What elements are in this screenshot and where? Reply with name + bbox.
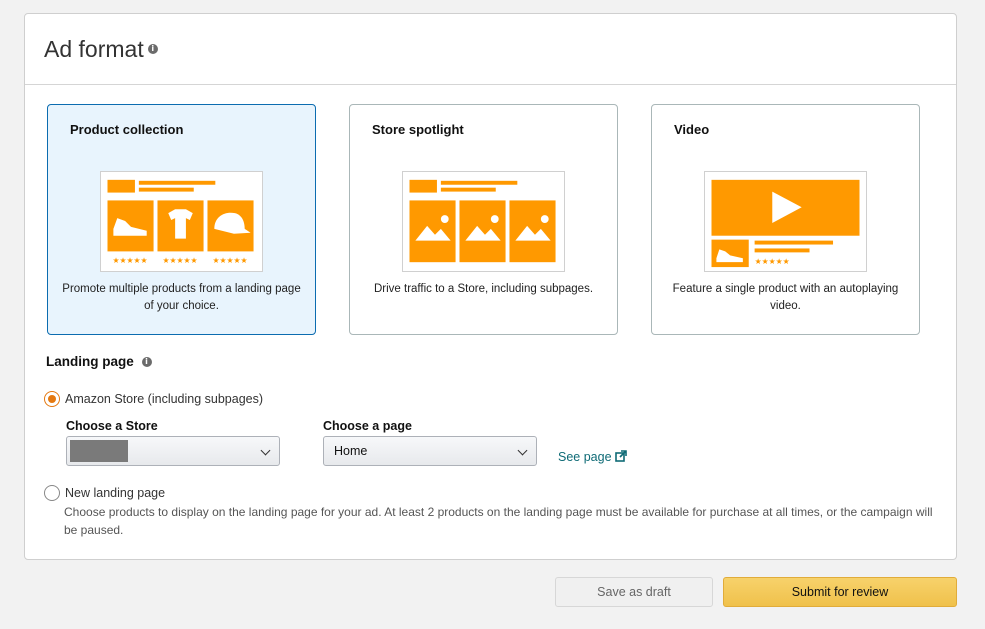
card-product-collection[interactable]: Product collection ★★★★★ ★★★★★ ★★★★★ Pro… [47,104,316,335]
radio-label: Amazon Store (including subpages) [65,392,264,406]
info-icon[interactable]: i [147,44,158,54]
new-landing-page-description: Choose products to display on the landin… [64,505,933,537]
radio-label: New landing page [65,486,166,500]
choose-page-select[interactable]: Home [323,436,537,466]
landing-page-label: Landing page i [46,354,152,369]
card-title: Store spotlight [372,122,464,137]
video-illustration: ★★★★★ [704,171,867,272]
info-icon[interactable]: i [141,357,152,368]
radio-button-checked[interactable] [44,391,60,407]
choose-store-label: Choose a Store [66,419,158,433]
panel-title: Ad format [44,35,144,62]
selected-page-value: Home [334,444,368,458]
external-link-icon [615,450,627,462]
radio-amazon-store[interactable]: Amazon Store (including subpages) [44,391,263,407]
store-spotlight-illustration [402,171,565,272]
svg-text:★★★★★: ★★★★★ [162,256,197,265]
choose-store-select[interactable] [66,436,280,466]
landing-page-label-text: Landing page [46,354,134,369]
chevron-down-icon [260,445,271,456]
svg-text:★★★★★: ★★★★★ [755,257,790,266]
ad-format-panel: Ad format i Product collection ★★★★★ ★★★… [24,13,957,560]
svg-text:★★★★★: ★★★★★ [212,256,247,265]
radio-button-unchecked[interactable] [44,485,60,501]
save-as-draft-button[interactable]: Save as draft [555,577,713,607]
see-page-link[interactable]: See page [558,450,627,464]
choose-page-label: Choose a page [323,419,412,433]
chevron-down-icon [517,445,528,456]
panel-header: Ad format i [25,14,956,85]
card-title: Product collection [70,122,184,137]
redacted-store-name [70,440,128,462]
card-store-spotlight[interactable]: Store spotlight Drive traffic to a Store… [349,104,618,335]
card-description: Drive traffic to a Store, including subp… [373,283,594,295]
card-title: Video [674,122,710,137]
submit-for-review-button[interactable]: Submit for review [723,577,957,607]
card-description: Feature a single product with an autopla… [672,283,899,312]
product-collection-illustration: ★★★★★ ★★★★★ ★★★★★ [100,171,263,272]
radio-new-landing-page[interactable]: New landing page [44,485,165,501]
svg-text:★★★★★: ★★★★★ [112,256,147,265]
card-video[interactable]: Video ★★★★★ Feature a single product wit… [651,104,920,335]
card-description: Promote multiple products from a landing… [62,283,301,312]
see-page-text: See page [558,450,612,464]
